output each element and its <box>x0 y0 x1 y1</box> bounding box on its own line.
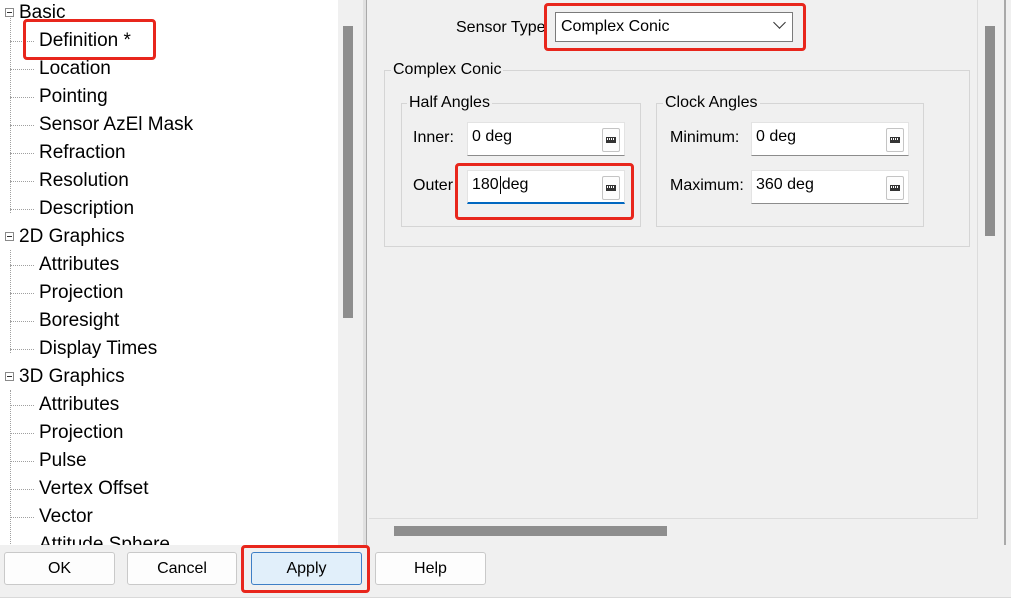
ok-button[interactable]: OK <box>4 552 115 585</box>
tree-connector <box>10 293 34 294</box>
sensor-type-label: Sensor Type <box>456 19 546 36</box>
maximum-clock-input[interactable]: 360 deg <box>751 170 909 204</box>
tree-item-3d-attributes[interactable]: Attributes <box>39 391 119 419</box>
text-caret <box>499 175 501 194</box>
calculator-icon <box>890 185 900 191</box>
maximum-clock-value: 360 deg <box>756 176 814 193</box>
tree-connector <box>10 181 34 182</box>
tree-connector <box>10 461 34 462</box>
tree-item-2d-attributes[interactable]: Attributes <box>39 251 119 279</box>
window-edge <box>1004 0 1006 545</box>
maximum-calculator-button[interactable] <box>886 176 904 200</box>
tree-item-3d-attitude-sphere[interactable]: Attitude Sphere <box>39 531 170 545</box>
property-tree: Basic Definition * Location Pointing Sen… <box>0 0 338 545</box>
tree-item-3d-projection[interactable]: Projection <box>39 419 124 447</box>
tree-item-description[interactable]: Description <box>39 195 134 223</box>
tree-group-3d-graphics[interactable]: 3D Graphics <box>19 363 125 391</box>
tree-item-pointing[interactable]: Pointing <box>39 83 108 111</box>
tree-item-sensor-azel-mask[interactable]: Sensor AzEl Mask <box>39 111 193 139</box>
tree-connector <box>10 405 34 406</box>
tree-item-2d-boresight[interactable]: Boresight <box>39 307 119 335</box>
calculator-icon <box>606 185 616 191</box>
sensor-type-value: Complex Conic <box>561 18 670 35</box>
tree-item-3d-vector[interactable]: Vector <box>39 503 93 531</box>
sensor-type-dropdown[interactable]: Complex Conic <box>555 12 793 42</box>
tree-item-resolution[interactable]: Resolution <box>39 167 129 195</box>
outer-angle-number: 180 <box>472 176 499 193</box>
outer-calculator-button[interactable] <box>602 176 620 200</box>
inner-angle-value: 0 deg <box>472 128 513 145</box>
tree-item-refraction[interactable]: Refraction <box>39 139 126 167</box>
minimum-calculator-button[interactable] <box>886 128 904 152</box>
tree-item-definition[interactable]: Definition * <box>39 27 131 55</box>
tree-connector <box>10 321 34 322</box>
clock-angles-title: Clock Angles <box>663 94 760 112</box>
tree-connector <box>10 517 34 518</box>
minimum-label: Minimum: <box>670 129 740 146</box>
tree-connector <box>10 265 34 266</box>
calculator-icon <box>606 137 616 143</box>
inner-label: Inner: <box>413 129 454 146</box>
cancel-button[interactable]: Cancel <box>127 552 237 585</box>
chevron-down-icon <box>773 16 786 29</box>
minimum-clock-input[interactable]: 0 deg <box>751 122 909 156</box>
tree-connector <box>10 41 34 42</box>
tree-connector <box>10 209 34 210</box>
tree-connector <box>10 125 34 126</box>
status-strip <box>0 597 1011 603</box>
vertical-scrollbar-thumb[interactable] <box>985 26 995 236</box>
tree-connector <box>10 153 34 154</box>
inner-calculator-button[interactable] <box>602 128 620 152</box>
collapse-2d-graphics-toggle[interactable] <box>5 232 14 241</box>
tree-scrollbar-thumb[interactable] <box>343 26 353 318</box>
maximum-label: Maximum: <box>670 177 744 194</box>
complex-conic-title: Complex Conic <box>391 61 504 79</box>
outer-angle-input[interactable]: 180 deg <box>467 170 625 204</box>
tree-connector <box>10 18 11 213</box>
tree-item-3d-vertex-offset[interactable]: Vertex Offset <box>39 475 148 503</box>
inner-angle-input[interactable]: 0 deg <box>467 122 625 156</box>
tree-item-3d-pulse[interactable]: Pulse <box>39 447 87 475</box>
outer-label: Outer <box>413 177 454 194</box>
tree-connector <box>10 349 34 350</box>
tree-group-basic[interactable]: Basic <box>19 0 65 27</box>
tree-connector <box>10 97 34 98</box>
collapse-basic-toggle[interactable] <box>5 8 14 17</box>
tree-connector <box>10 390 11 545</box>
tree-connector <box>10 433 34 434</box>
tree-item-2d-display-times[interactable]: Display Times <box>39 335 157 363</box>
panel-splitter[interactable] <box>363 0 367 545</box>
help-button[interactable]: Help <box>375 552 486 585</box>
apply-button[interactable]: Apply <box>251 552 362 585</box>
collapse-3d-graphics-toggle[interactable] <box>5 372 14 381</box>
tree-connector <box>10 69 34 70</box>
calculator-icon <box>890 137 900 143</box>
horizontal-scrollbar-thumb[interactable] <box>394 526 667 536</box>
minimum-clock-value: 0 deg <box>756 128 797 145</box>
tree-item-location[interactable]: Location <box>39 55 111 83</box>
outer-angle-unit: deg <box>501 176 529 193</box>
half-angles-title: Half Angles <box>407 94 492 112</box>
tree-connector <box>10 489 34 490</box>
tree-item-2d-projection[interactable]: Projection <box>39 279 124 307</box>
tree-group-2d-graphics[interactable]: 2D Graphics <box>19 223 125 251</box>
